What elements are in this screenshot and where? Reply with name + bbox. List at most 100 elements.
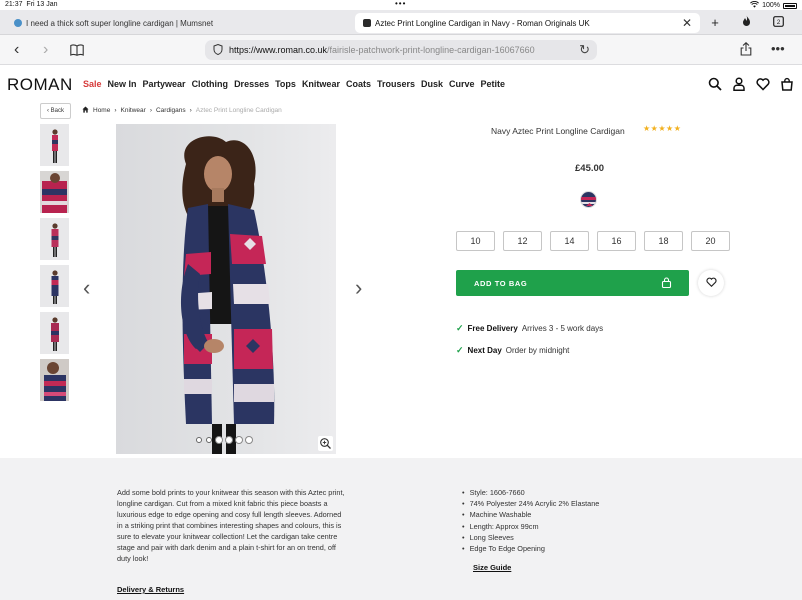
nav-item-dresses[interactable]: Dresses — [234, 79, 269, 89]
nav-item-coats[interactable]: Coats — [346, 79, 371, 89]
size-option[interactable]: 18 — [644, 231, 683, 251]
next-day-delivery-info: ✓ Next Day Order by midnight — [456, 345, 570, 355]
add-to-wishlist-button[interactable] — [698, 270, 724, 296]
home-icon — [82, 106, 89, 115]
product-thumbnail[interactable] — [40, 171, 69, 213]
shield-icon — [213, 43, 223, 57]
reload-icon[interactable]: ↻ — [579, 42, 590, 58]
size-selector: 10 12 14 16 18 20 — [456, 231, 730, 251]
carousel-dot[interactable] — [206, 437, 212, 443]
forward-icon[interactable]: › — [43, 41, 48, 59]
product-specs: Style: 1606-7660 74% Polyester 24% Acryl… — [462, 487, 600, 554]
add-to-bag-button[interactable]: ADD TO BAG — [456, 270, 689, 296]
spec-item: Long Sleeves — [462, 532, 599, 543]
share-icon[interactable] — [740, 42, 752, 61]
size-option[interactable]: 10 — [456, 231, 495, 251]
product-thumbnail[interactable] — [40, 124, 69, 166]
flame-icon[interactable] — [738, 15, 754, 30]
spec-item: Machine Washable — [462, 509, 599, 520]
previous-image-arrow-icon[interactable]: ‹ — [83, 275, 90, 301]
back-button[interactable]: ‹ Back — [40, 103, 71, 119]
breadcrumb-current: Aztec Print Longline Cardigan — [195, 107, 282, 114]
size-option[interactable]: 16 — [597, 231, 636, 251]
search-icon[interactable] — [708, 77, 722, 91]
nav-item-petite[interactable]: Petite — [481, 79, 506, 89]
nav-item-curve[interactable]: Curve — [449, 79, 475, 89]
check-icon: ✓ — [456, 345, 464, 355]
nav-item-clothing[interactable]: Clothing — [192, 79, 229, 89]
product-main-image[interactable] — [116, 124, 336, 454]
battery-percent: 100% — [762, 2, 780, 9]
url-host: https://www.roman.co.uk — [229, 45, 328, 55]
tab-mumsnet[interactable]: I need a thick soft super longline cardi… — [6, 13, 346, 33]
wifi-icon — [750, 1, 760, 10]
nav-item-partywear[interactable]: Partywear — [143, 79, 186, 89]
spec-item: Edge To Edge Opening — [462, 543, 599, 554]
status-bar: 21:37 Fri 13 Jan ••• 100% — [0, 0, 802, 10]
svg-text:2: 2 — [776, 19, 780, 26]
breadcrumb: Home › Knitwear › Cardigans › Aztec Prin… — [82, 106, 282, 115]
product-price: £45.00 — [575, 163, 605, 174]
carousel-dot[interactable] — [246, 437, 252, 443]
bag-icon[interactable] — [780, 77, 794, 91]
carousel-dot[interactable] — [196, 437, 202, 443]
nav-item-new-in[interactable]: New In — [108, 79, 137, 89]
size-guide-link[interactable]: Size Guide — [473, 563, 511, 572]
spec-item: 74% Polyester 24% Acrylic 2% Elastane — [462, 498, 600, 509]
free-delivery-info: ✓ Free Delivery Arrives 3 - 5 work days — [456, 323, 604, 333]
tab-title: Aztec Print Longline Cardigan in Navy - … — [375, 18, 590, 28]
size-option[interactable]: 14 — [550, 231, 589, 251]
breadcrumb-home[interactable]: Home — [93, 107, 110, 114]
colour-swatch[interactable] — [580, 191, 597, 208]
nav-item-trousers[interactable]: Trousers — [377, 79, 415, 89]
close-tab-icon[interactable]: ✕ — [682, 16, 692, 30]
product-title: Navy Aztec Print Longline Cardigan — [491, 126, 625, 136]
status-right: 100% — [750, 1, 797, 10]
multitask-dots[interactable]: ••• — [395, 0, 406, 8]
account-icon[interactable] — [732, 77, 746, 91]
header-icons — [708, 77, 794, 91]
address-bar[interactable]: https://www.roman.co.uk/fairisle-patchwo… — [205, 40, 597, 60]
next-image-arrow-icon[interactable]: › — [355, 275, 362, 301]
product-thumbnail[interactable] — [40, 265, 69, 307]
tab-roman[interactable]: Aztec Print Longline Cardigan in Navy - … — [355, 13, 700, 33]
image-carousel-dots — [196, 437, 252, 443]
product-thumbnail[interactable] — [40, 312, 69, 354]
breadcrumb-knitwear[interactable]: Knitwear — [121, 107, 146, 114]
url-path: /fairisle-patchwork-print-longline-cardi… — [327, 45, 535, 55]
zoom-icon[interactable] — [318, 436, 333, 451]
site-header: ROMAN Sale New In Partywear Clothing Dre… — [0, 66, 802, 102]
carousel-dot[interactable] — [216, 437, 222, 443]
heart-icon — [705, 274, 717, 292]
bookmarks-icon[interactable] — [70, 43, 84, 61]
product-thumbnail[interactable] — [40, 218, 69, 260]
bag-lock-icon — [661, 277, 672, 289]
wishlist-heart-icon[interactable] — [756, 77, 770, 91]
product-description: Add some bold prints to your knitwear th… — [117, 488, 345, 563]
size-option[interactable]: 12 — [503, 231, 542, 251]
site-logo[interactable]: ROMAN — [7, 75, 73, 95]
status-time: 21:37 Fri 13 Jan — [5, 1, 58, 8]
tab-bar: I need a thick soft super longline cardi… — [0, 10, 802, 35]
carousel-dot[interactable] — [226, 437, 232, 443]
delivery-returns-link[interactable]: Delivery & Returns — [117, 585, 184, 594]
rating-stars[interactable]: ★★★★★ — [643, 124, 681, 133]
breadcrumb-cardigans[interactable]: Cardigans — [156, 107, 186, 114]
roman-favicon-icon — [363, 19, 371, 27]
new-tab-icon[interactable]: + — [707, 15, 723, 30]
carousel-dot[interactable] — [236, 437, 242, 443]
tab-overview-icon[interactable]: 2 — [770, 15, 786, 30]
spec-item: Length: Approx 99cm — [462, 521, 599, 532]
nav-item-tops[interactable]: Tops — [275, 79, 296, 89]
nav-item-dusk[interactable]: Dusk — [421, 79, 443, 89]
nav-item-knitwear[interactable]: Knitwear — [302, 79, 340, 89]
more-icon[interactable]: ••• — [771, 41, 785, 56]
nav-item-sale[interactable]: Sale — [83, 79, 102, 89]
tab-title: I need a thick soft super longline cardi… — [26, 18, 214, 28]
product-thumbnail[interactable] — [40, 359, 69, 401]
size-option[interactable]: 20 — [691, 231, 730, 251]
browser-toolbar: ‹ › https://www.roman.co.uk/fairisle-pat… — [0, 35, 802, 65]
battery-icon — [783, 2, 797, 9]
add-to-bag-label: ADD TO BAG — [474, 278, 528, 288]
back-icon[interactable]: ‹ — [14, 41, 19, 59]
